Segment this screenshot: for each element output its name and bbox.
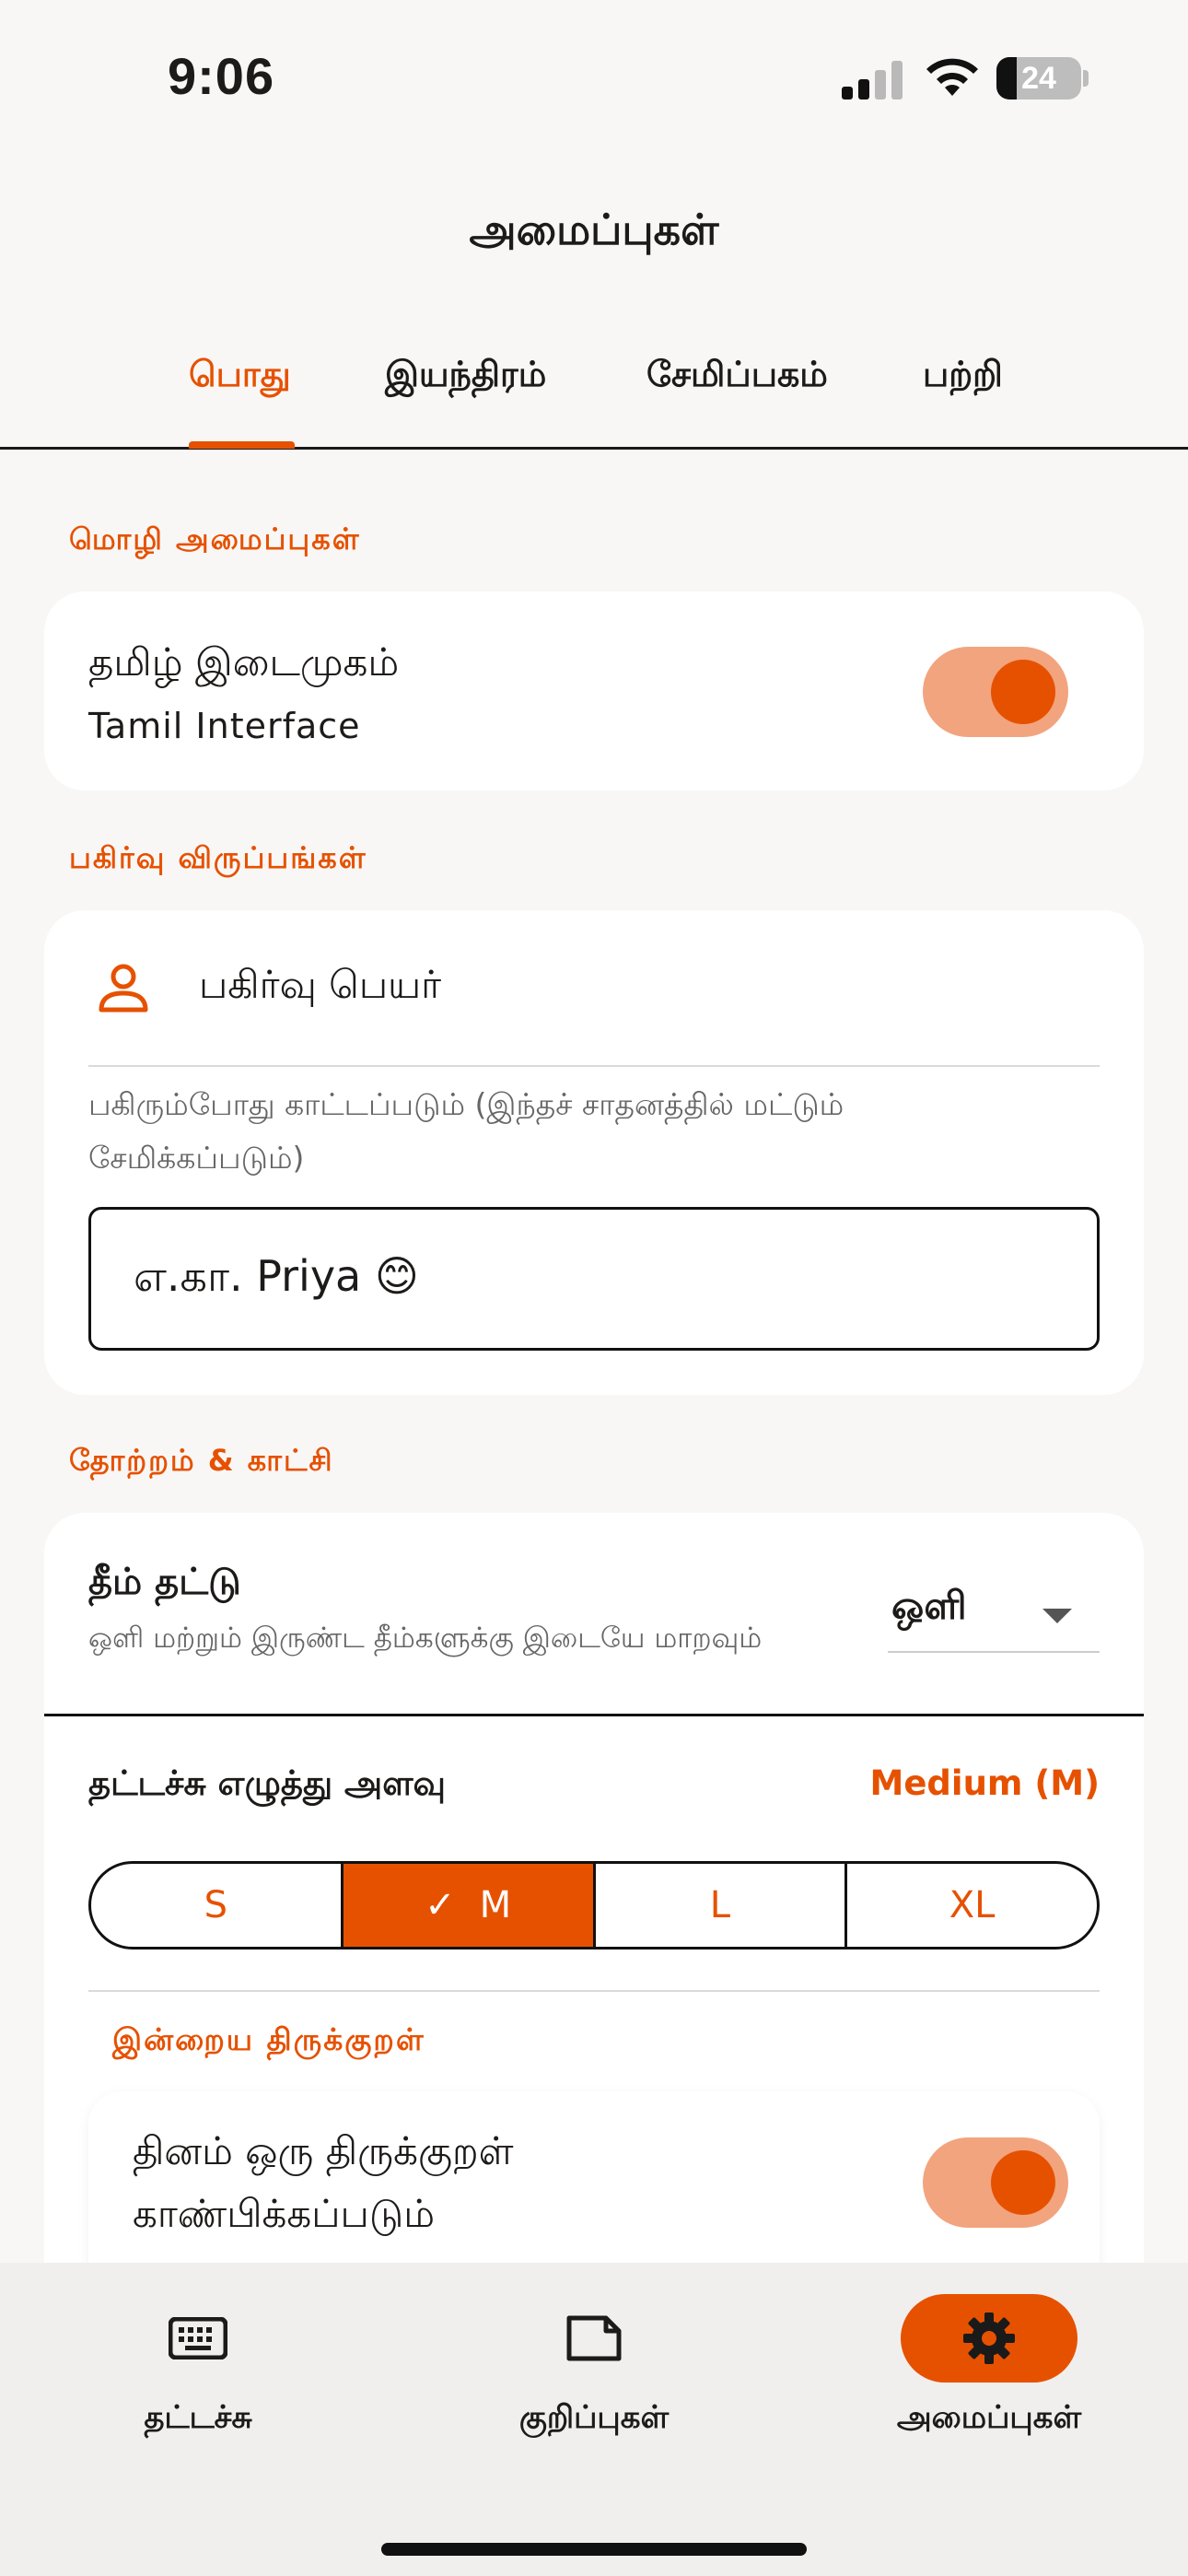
- tamil-interface-toggle[interactable]: [923, 647, 1068, 737]
- nav-label: குறிப்புகள்: [518, 2399, 670, 2436]
- nav-item-settings[interactable]: அமைப்புகள்: [851, 2294, 1127, 2440]
- theme-dropdown-value: ஒளி: [891, 1583, 967, 1628]
- tab-about[interactable]: பற்றி: [923, 354, 1003, 400]
- nav-label: அமைப்புகள்: [896, 2399, 1082, 2436]
- share-name-title: பகிர்வு பெயர்: [199, 962, 442, 1007]
- font-size-option-label: L: [709, 1884, 731, 1926]
- battery-icon: 24: [996, 57, 1081, 100]
- bottom-navigation: தட்டச்சு குறிப்புகள் அமைப்புகள்: [0, 2263, 1188, 2576]
- section-label-language: மொழி அமைப்புகள்: [69, 521, 361, 556]
- status-bar: 9:06 24: [0, 0, 1188, 157]
- divider: [88, 1990, 1100, 1992]
- note-icon: [566, 2315, 622, 2361]
- theme-title: தீம் தட்டு: [88, 1561, 241, 1603]
- nav-item-notes[interactable]: குறிப்புகள்: [456, 2294, 732, 2440]
- font-size-option-l[interactable]: L: [596, 1864, 848, 1947]
- tab-engine[interactable]: இயந்திரம்: [385, 354, 546, 400]
- tab-bar: பொது இயந்திரம் சேமிப்பகம் பற்றி: [0, 341, 1188, 450]
- page-title: அமைப்புகள்: [469, 205, 719, 254]
- share-name-helper: பகிரும்போது காட்டப்படும் (இந்தச் சாதனத்த…: [88, 1086, 844, 1176]
- section-label-sharing: பகிர்வு விருப்பங்கள்: [69, 840, 367, 875]
- tamil-interface-subtitle: Tamil Interface: [88, 706, 361, 746]
- section-divider: [44, 1714, 1144, 1716]
- share-name-value: எ.கா. Priya 😊: [134, 1250, 419, 1301]
- toggle-knob: [991, 660, 1055, 724]
- font-size-value: Medium (M): [869, 1763, 1101, 1803]
- font-size-option-label: M: [479, 1884, 512, 1926]
- font-size-option-label: S: [204, 1884, 228, 1926]
- kural-line-1: தினம் ஒரு திருக்குறள்: [133, 2128, 514, 2173]
- tab-storage[interactable]: சேமிப்பகம்: [646, 354, 828, 400]
- font-size-segmented-control: S ✓ M L XL: [88, 1861, 1100, 1950]
- cellular-signal-icon: [842, 61, 904, 100]
- sharing-card: பகிர்வு பெயர் பகிரும்போது காட்டப்படும் (…: [44, 910, 1144, 1395]
- nav-item-typing[interactable]: தட்டச்சு: [60, 2294, 336, 2440]
- font-size-title: தட்டச்சு எழுத்து அளவு: [88, 1763, 446, 1803]
- status-time: 9:06: [168, 47, 275, 105]
- chevron-down-icon: [1042, 1609, 1072, 1623]
- kural-section-label: இன்றைய திருக்குறள்: [112, 2021, 425, 2057]
- nav-label: தட்டச்சு: [144, 2399, 252, 2436]
- gear-icon: [963, 2313, 1015, 2364]
- language-card: தமிழ் இடைமுகம் Tamil Interface: [44, 591, 1144, 790]
- appearance-card: தீம் தட்டு ஒளி மற்றும் இருண்ட தீம்களுக்க…: [44, 1513, 1144, 2313]
- tab-general[interactable]: பொது: [189, 354, 291, 400]
- toggle-knob: [991, 2150, 1055, 2215]
- divider: [88, 1065, 1100, 1067]
- font-size-option-m[interactable]: ✓ M: [343, 1864, 596, 1947]
- kural-line-2: காண்பிக்கப்படும்: [133, 2191, 436, 2236]
- keyboard-icon: [169, 2317, 227, 2359]
- battery-percentage: 24: [1021, 61, 1056, 96]
- nav-active-indicator: [901, 2294, 1077, 2383]
- theme-subtitle: ஒளி மற்றும் இருண்ட தீம்களுக்கு இடையே மாற…: [88, 1622, 763, 1655]
- battery-tip: [1083, 70, 1089, 87]
- font-size-option-xl[interactable]: XL: [847, 1864, 1097, 1947]
- tab-active-indicator: [189, 441, 295, 449]
- theme-dropdown[interactable]: ஒளி: [888, 1568, 1100, 1653]
- section-label-appearance: தோற்றம் & காட்சி: [69, 1443, 334, 1478]
- wifi-icon: [926, 58, 978, 96]
- font-size-option-label: XL: [949, 1884, 996, 1926]
- home-indicator: [381, 2543, 807, 2556]
- share-name-input[interactable]: எ.கா. Priya 😊: [88, 1207, 1100, 1351]
- tamil-interface-title: தமிழ் இடைமுகம்: [88, 639, 400, 685]
- daily-kural-toggle[interactable]: [923, 2137, 1068, 2228]
- font-size-option-s[interactable]: S: [91, 1864, 344, 1947]
- person-icon: [99, 964, 148, 1013]
- check-icon: ✓: [425, 1884, 456, 1926]
